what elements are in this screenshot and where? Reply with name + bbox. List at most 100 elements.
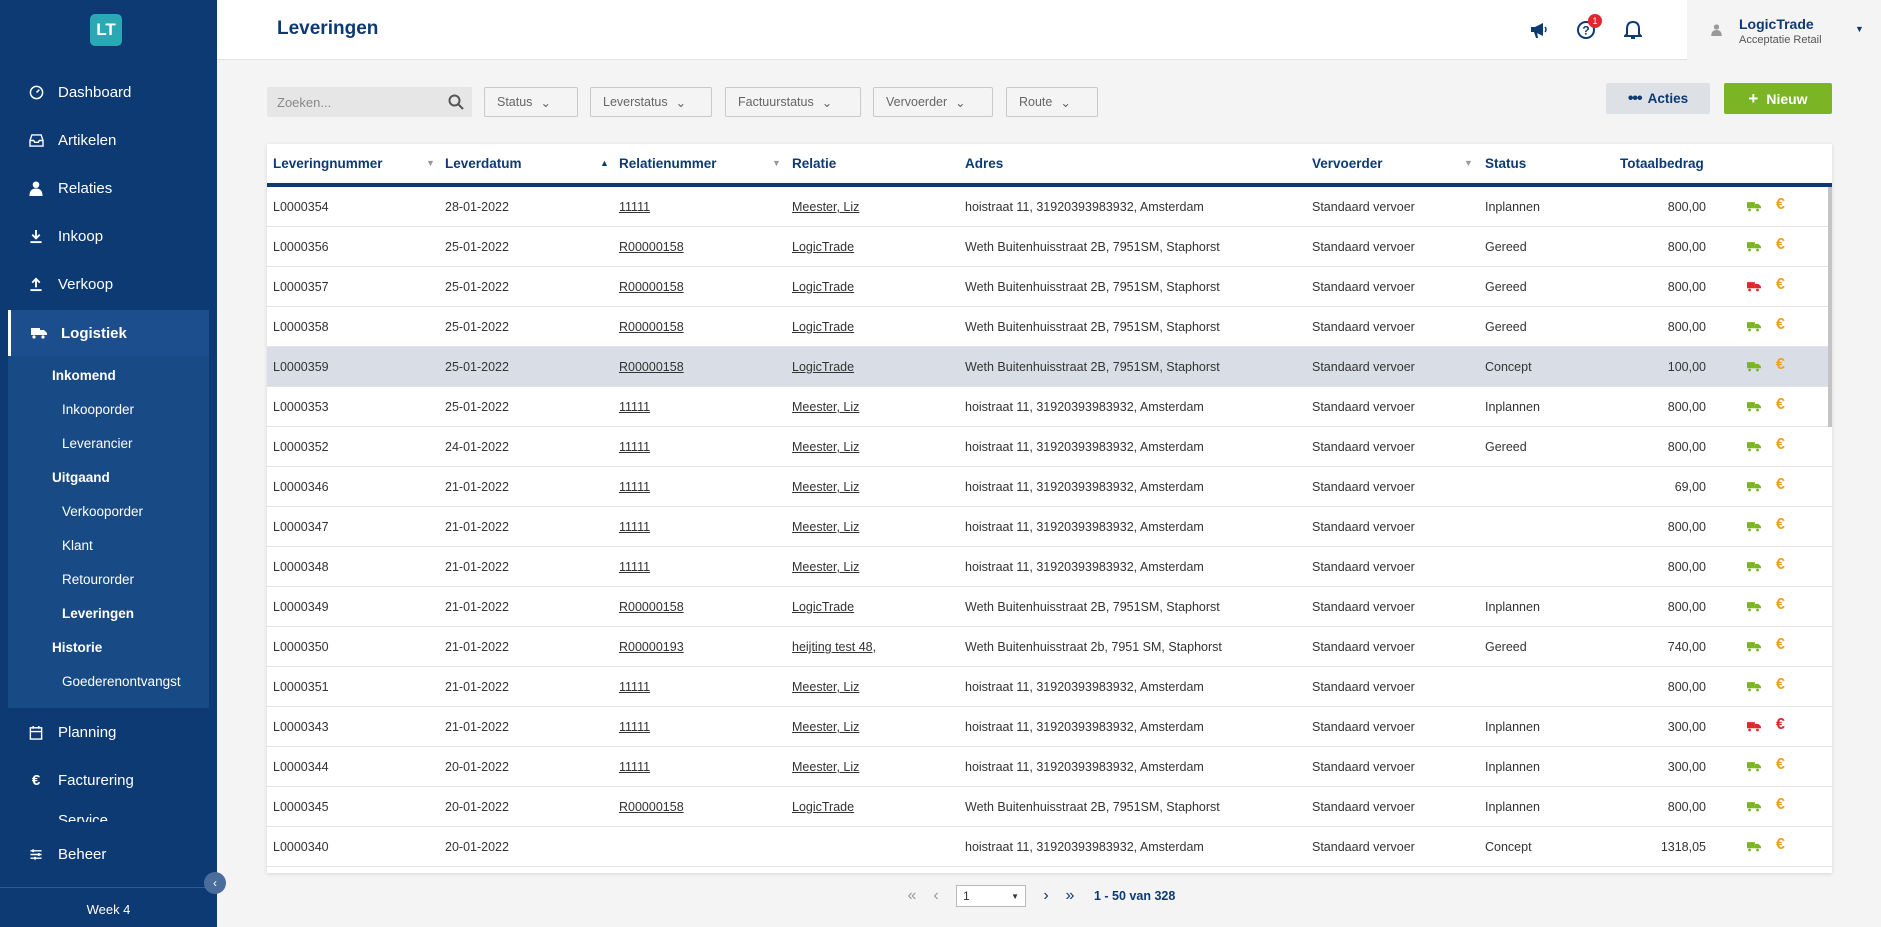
- subnav-item-goederenontvangst[interactable]: Goederenontvangst: [8, 666, 209, 700]
- col-leverdatum[interactable]: Leverdatum: [445, 144, 522, 183]
- cell-relatienummer[interactable]: 11111: [619, 467, 650, 507]
- nav-item-inkoop[interactable]: Inkoop: [0, 212, 217, 260]
- delivery-status-truck-icon[interactable]: [1747, 521, 1761, 532]
- delivery-status-truck-icon[interactable]: [1747, 321, 1761, 332]
- invoice-status-euro-icon[interactable]: €: [1776, 556, 1785, 574]
- table-row[interactable]: L0000353 25-01-2022 11111 Meester, Liz hoist…: [267, 387, 1832, 427]
- cell-relatienummer[interactable]: 11111: [619, 507, 650, 547]
- nav-item-beheer[interactable]: Beheer: [0, 830, 217, 878]
- filter-icon[interactable]: ▼: [426, 144, 435, 183]
- cell-relatienummer[interactable]: R00000158: [619, 587, 684, 627]
- invoice-status-euro-icon[interactable]: €: [1776, 836, 1785, 854]
- cell-relatienummer[interactable]: 11111: [619, 667, 650, 707]
- subnav-heading-uitgaand[interactable]: Uitgaand: [8, 462, 209, 496]
- col-leveringnummer[interactable]: Leveringnummer: [273, 144, 383, 183]
- cell-relatienummer[interactable]: R00000193: [619, 627, 684, 667]
- col-vervoerder[interactable]: Vervoerder: [1312, 144, 1383, 183]
- invoice-status-euro-icon[interactable]: €: [1776, 236, 1785, 254]
- filter-route[interactable]: Route ⌄: [1006, 87, 1098, 117]
- nav-item-verkoop[interactable]: Verkoop: [0, 260, 217, 308]
- cell-relatienummer[interactable]: 11111: [619, 747, 650, 787]
- delivery-status-truck-icon[interactable]: [1747, 721, 1761, 732]
- nav-item-artikelen[interactable]: Artikelen: [0, 116, 217, 164]
- first-page-button[interactable]: «: [900, 884, 924, 908]
- table-row[interactable]: L0000352 24-01-2022 11111 Meester, Liz hoist…: [267, 427, 1832, 467]
- filter-icon[interactable]: ▼: [772, 144, 781, 183]
- invoice-status-euro-icon[interactable]: €: [1776, 676, 1785, 694]
- invoice-status-euro-icon[interactable]: €: [1776, 196, 1785, 214]
- acties-button[interactable]: ••• Acties: [1606, 83, 1710, 114]
- table-row[interactable]: L0000344 20-01-2022 11111 Meester, Liz hoist…: [267, 747, 1832, 787]
- delivery-status-truck-icon[interactable]: [1747, 401, 1761, 412]
- search-icon[interactable]: [448, 94, 464, 110]
- sort-asc-icon[interactable]: ▲: [600, 144, 609, 183]
- invoice-status-euro-icon[interactable]: €: [1776, 476, 1785, 494]
- table-row[interactable]: L0000348 21-01-2022 11111 Meester, Liz hoist…: [267, 547, 1832, 587]
- notifications-button[interactable]: [1621, 18, 1645, 42]
- page-select[interactable]: 1 ▼: [956, 885, 1026, 907]
- cell-relatie[interactable]: Meester, Liz: [792, 387, 859, 427]
- nav-item-facturering[interactable]: € Facturering: [0, 756, 217, 804]
- table-row[interactable]: L0000345 20-01-2022 R00000158 LogicTrade Wet…: [267, 787, 1832, 827]
- cell-relatienummer[interactable]: 11111: [619, 427, 650, 467]
- cell-relatienummer[interactable]: R00000158: [619, 307, 684, 347]
- invoice-status-euro-icon[interactable]: €: [1776, 516, 1785, 534]
- nav-item-relaties[interactable]: Relaties: [0, 164, 217, 212]
- table-row[interactable]: L0000358 25-01-2022 R00000158 LogicTrade Wet…: [267, 307, 1832, 347]
- subnav-item-inkooporder[interactable]: Inkooporder: [8, 394, 209, 428]
- delivery-status-truck-icon[interactable]: [1747, 241, 1761, 252]
- invoice-status-euro-icon[interactable]: €: [1776, 596, 1785, 614]
- table-row[interactable]: L0000357 25-01-2022 R00000158 LogicTrade Wet…: [267, 267, 1832, 307]
- col-relatie[interactable]: Relatie: [792, 144, 836, 183]
- nav-item-logistiek[interactable]: Logistiek: [8, 310, 209, 356]
- cell-relatienummer[interactable]: R00000158: [619, 227, 684, 267]
- cell-relatienummer[interactable]: 11111: [619, 707, 650, 747]
- table-row[interactable]: L0000356 25-01-2022 R00000158 LogicTrade Wet…: [267, 227, 1832, 267]
- prev-page-button[interactable]: ‹: [924, 884, 948, 908]
- col-totaalbedrag[interactable]: Totaalbedrag: [1620, 144, 1704, 183]
- delivery-status-truck-icon[interactable]: [1747, 561, 1761, 572]
- table-row[interactable]: L0000349 21-01-2022 R00000158 LogicTrade Wet…: [267, 587, 1832, 627]
- invoice-status-euro-icon[interactable]: €: [1776, 316, 1785, 334]
- cell-relatie[interactable]: heijting test 48,: [792, 627, 876, 667]
- cell-relatie[interactable]: LogicTrade: [792, 587, 854, 627]
- last-page-button[interactable]: »: [1058, 884, 1082, 908]
- cell-relatie[interactable]: Meester, Liz: [792, 747, 859, 787]
- delivery-status-truck-icon[interactable]: [1747, 201, 1761, 212]
- invoice-status-euro-icon[interactable]: €: [1776, 396, 1785, 414]
- delivery-status-truck-icon[interactable]: [1747, 601, 1761, 612]
- delivery-status-truck-icon[interactable]: [1747, 801, 1761, 812]
- next-page-button[interactable]: ›: [1034, 884, 1058, 908]
- filter-leverstatus[interactable]: Leverstatus ⌄: [590, 87, 712, 117]
- cell-relatie[interactable]: LogicTrade: [792, 267, 854, 307]
- subnav-heading-inkomend[interactable]: Inkomend: [8, 360, 209, 394]
- subnav-item-leveringen[interactable]: Leveringen: [8, 598, 209, 632]
- subnav-item-retourorder[interactable]: Retourorder: [8, 564, 209, 598]
- filter-factuurstatus[interactable]: Factuurstatus ⌄: [725, 87, 861, 117]
- filter-icon[interactable]: ▼: [1464, 144, 1473, 183]
- table-row[interactable]: L0000347 21-01-2022 11111 Meester, Liz hoist…: [267, 507, 1832, 547]
- search-input[interactable]: [267, 87, 437, 117]
- invoice-status-euro-icon[interactable]: €: [1776, 356, 1785, 374]
- help-button[interactable]: ? 1: [1574, 14, 1602, 42]
- nieuw-button[interactable]: + Nieuw: [1724, 83, 1832, 114]
- logo[interactable]: LT: [90, 14, 122, 46]
- filter-vervoerder[interactable]: Vervoerder ⌄: [873, 87, 993, 117]
- table-row[interactable]: L0000354 28-01-2022 11111 Meester, Liz hoist…: [267, 187, 1832, 227]
- cell-relatienummer[interactable]: 11111: [619, 547, 650, 587]
- delivery-status-truck-icon[interactable]: [1747, 441, 1761, 452]
- cell-relatienummer[interactable]: R00000158: [619, 267, 684, 307]
- table-row[interactable]: L0000350 21-01-2022 R00000193 heijting test…: [267, 627, 1832, 667]
- delivery-status-truck-icon[interactable]: [1747, 681, 1761, 692]
- cell-relatienummer[interactable]: R00000158: [619, 347, 684, 387]
- delivery-status-truck-icon[interactable]: [1747, 761, 1761, 772]
- delivery-status-truck-icon[interactable]: [1747, 841, 1761, 852]
- cell-relatienummer[interactable]: 11111: [619, 387, 650, 427]
- filter-status[interactable]: Status ⌄: [484, 87, 578, 117]
- announcements-button[interactable]: [1527, 18, 1551, 42]
- cell-relatie[interactable]: Meester, Liz: [792, 187, 859, 227]
- col-status[interactable]: Status: [1485, 144, 1526, 183]
- invoice-status-euro-icon[interactable]: €: [1776, 276, 1785, 294]
- delivery-status-truck-icon[interactable]: [1747, 361, 1761, 372]
- nav-item-service[interactable]: Service: [0, 804, 217, 822]
